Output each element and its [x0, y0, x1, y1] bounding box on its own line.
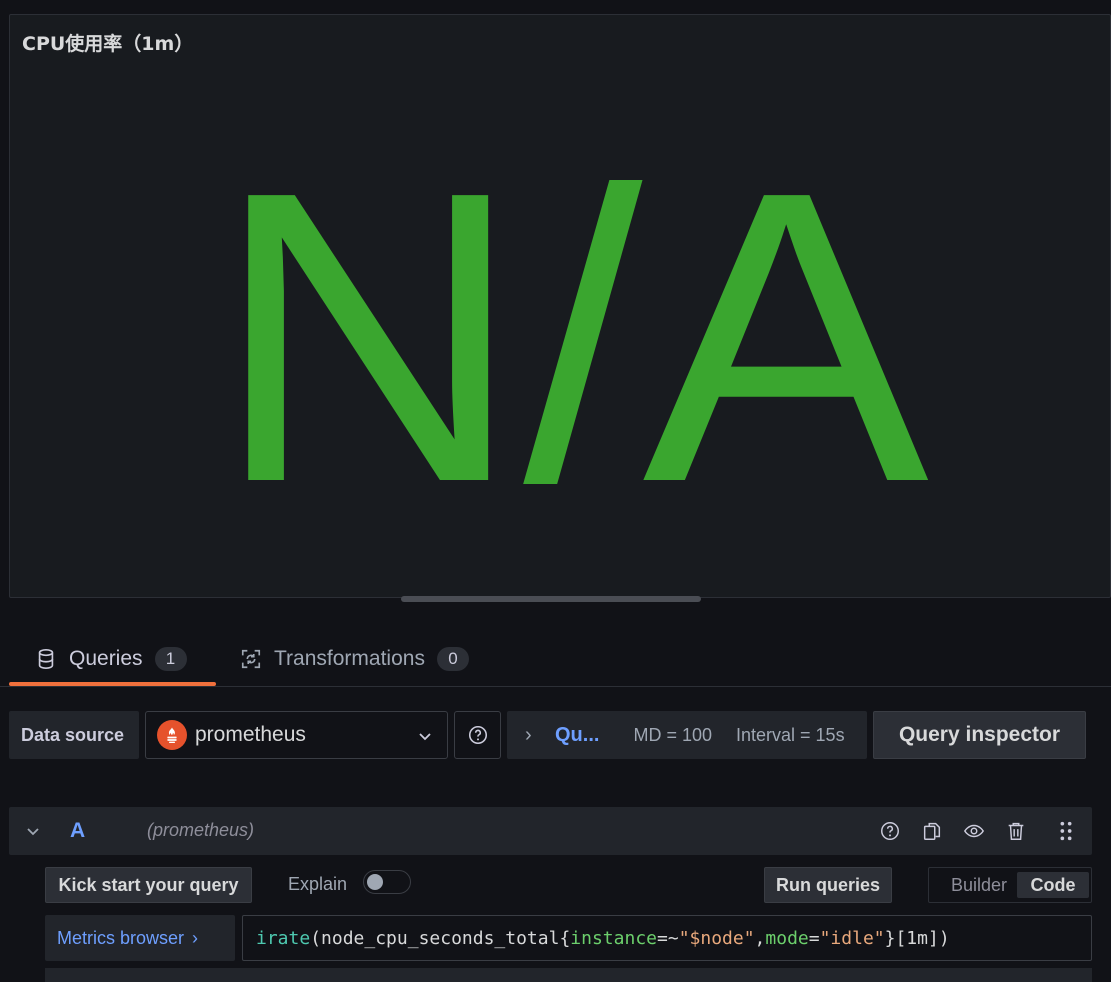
- run-queries-button[interactable]: Run queries: [764, 867, 892, 903]
- query-options-toggle[interactable]: › Qu... MD = 100 Interval = 15s: [507, 711, 867, 759]
- panel-preview: CPU使用率（1m） N/A: [9, 14, 1111, 598]
- query-datasource-hint: (prometheus): [147, 820, 255, 840]
- expr-value-idle: "idle": [819, 927, 885, 949]
- expr-range: [1m]: [895, 927, 939, 949]
- expr-label-mode: mode: [765, 927, 809, 949]
- expr-comma: ,: [754, 927, 766, 949]
- chevron-right-icon: ›: [192, 927, 199, 948]
- expr-function: irate: [256, 927, 311, 949]
- prometheus-logo-icon: [157, 720, 187, 750]
- editor-mode-switch: Builder Code: [928, 867, 1092, 903]
- expr-paren-close: ): [938, 927, 950, 949]
- query-inspector-button[interactable]: Query inspector: [873, 711, 1086, 759]
- help-icon[interactable]: [879, 820, 901, 842]
- eye-icon[interactable]: [963, 820, 985, 842]
- query-ref-id[interactable]: A: [70, 819, 85, 843]
- expr-brace-close: }: [884, 927, 896, 949]
- expr-brace-open: {: [559, 927, 571, 949]
- tab-queries-label: Queries: [69, 646, 143, 670]
- stat-value: N/A: [213, 105, 931, 568]
- datasource-label: Data source: [9, 711, 139, 759]
- query-options-label: Qu...: [555, 723, 600, 746]
- transform-icon: [240, 648, 262, 670]
- kick-start-button[interactable]: Kick start your query: [45, 867, 252, 903]
- panel-resize-handle[interactable]: [401, 596, 701, 602]
- metrics-browser-button[interactable]: Metrics browser ›: [45, 915, 235, 961]
- tab-transformations[interactable]: Transformations 0: [240, 630, 469, 687]
- database-icon: [35, 648, 57, 670]
- max-data-points: MD = 100: [633, 724, 712, 745]
- stat-value-graphic: N/A: [213, 105, 931, 568]
- expr-op-eq: =: [808, 927, 820, 949]
- expr-label-instance: instance: [570, 927, 657, 949]
- tab-transformations-count: 0: [436, 646, 469, 671]
- tab-queries-count: 1: [154, 646, 187, 671]
- datasource-help-button[interactable]: [454, 711, 501, 759]
- expr-op-regex: =~: [657, 927, 679, 949]
- expr-value-node: "$node": [678, 927, 755, 949]
- toggle-knob: [367, 874, 383, 890]
- query-interval: Interval = 15s: [736, 724, 845, 745]
- editor-tabs: Queries 1 Transformations 0: [0, 630, 1111, 687]
- chevron-down-icon[interactable]: [25, 823, 41, 839]
- datasource-picker[interactable]: prometheus: [145, 711, 448, 759]
- tab-transformations-label: Transformations: [274, 646, 425, 670]
- chevron-right-icon: ›: [525, 723, 532, 746]
- metrics-browser-label: Metrics browser: [57, 927, 185, 948]
- query-row-header: A (prometheus): [9, 807, 1092, 855]
- expr-paren-open: (: [310, 927, 322, 949]
- trash-icon[interactable]: [1005, 820, 1027, 842]
- duplicate-icon[interactable]: [921, 820, 943, 842]
- mode-builder[interactable]: Builder: [937, 872, 1021, 898]
- explain-label: Explain: [288, 874, 348, 894]
- promql-editor[interactable]: irate(node_cpu_seconds_total{instance =~ "…: [242, 915, 1092, 961]
- drag-handle-icon[interactable]: [1055, 820, 1077, 842]
- chevron-down-icon: [419, 733, 431, 741]
- mode-code[interactable]: Code: [1017, 872, 1089, 898]
- explain-toggle[interactable]: [363, 870, 411, 894]
- datasource-selected: prometheus: [195, 723, 306, 746]
- help-icon: [468, 725, 487, 745]
- next-section-strip: [45, 968, 1092, 982]
- expr-metric: node_cpu_seconds_total: [321, 927, 560, 949]
- tab-queries[interactable]: Queries 1: [9, 630, 216, 687]
